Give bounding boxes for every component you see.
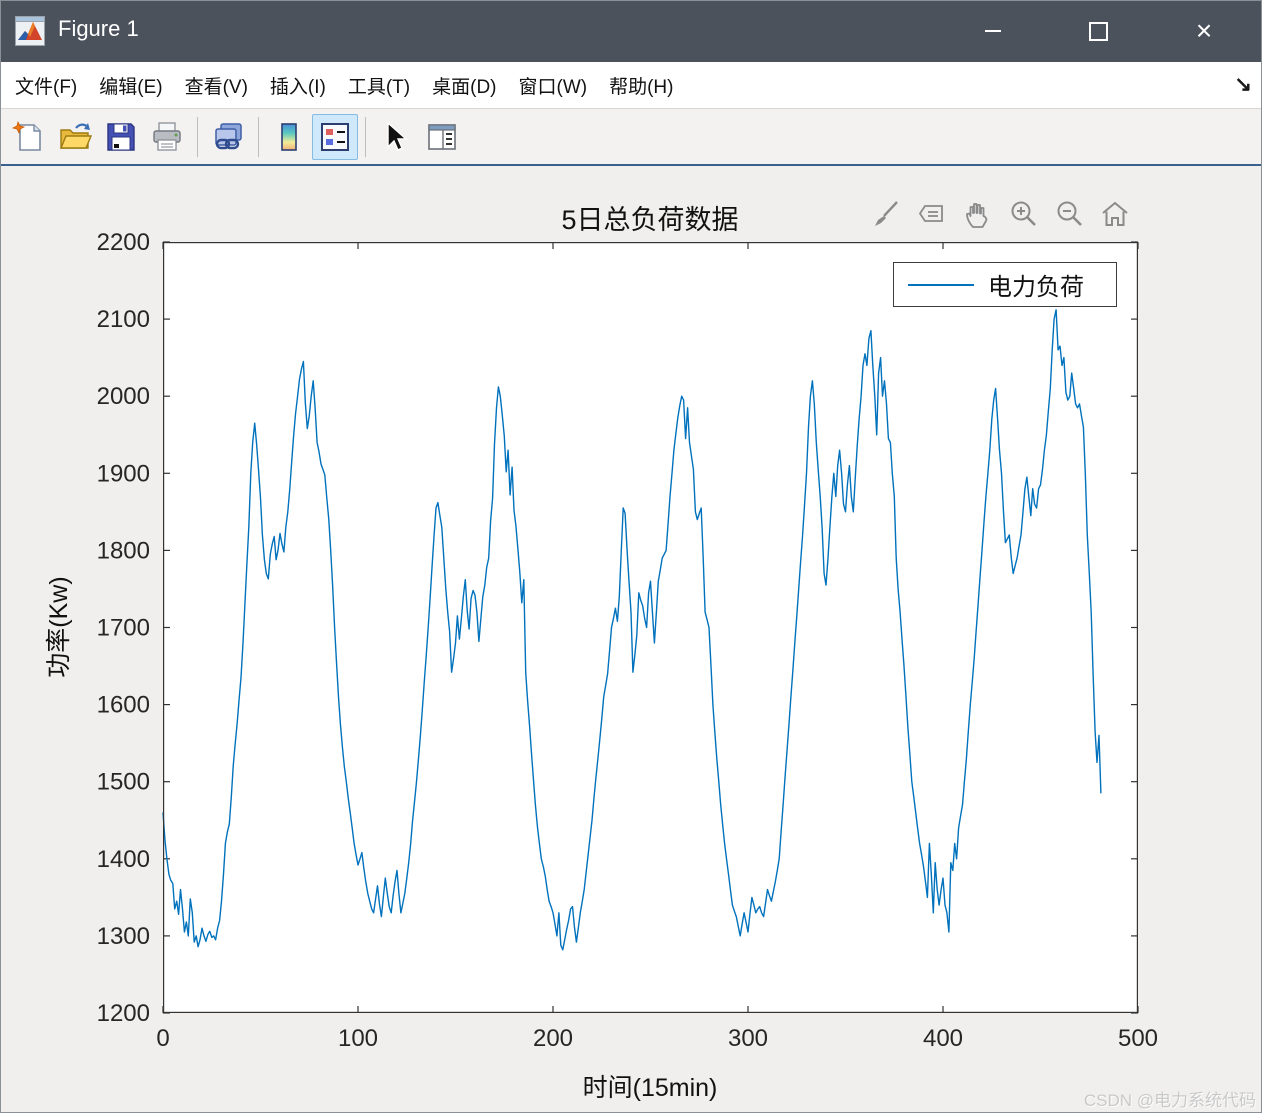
property-inspector-button[interactable] [419, 114, 465, 160]
zoom-out-button[interactable] [1052, 196, 1086, 232]
property-inspector-icon [428, 124, 456, 150]
print-figure-button[interactable] [144, 114, 190, 160]
figure-toolbar [0, 110, 1262, 166]
dock-figure-icon[interactable]: ↘ [1234, 72, 1252, 97]
y-axis-label: 功率(Kw) [45, 576, 73, 678]
title-bar: Figure 1 × [0, 0, 1262, 62]
toolbar-separator [258, 117, 259, 157]
svg-text:1900: 1900 [97, 460, 150, 487]
menu-bar: 文件(F) 编辑(E) 查看(V) 插入(I) 工具(T) 桌面(D) 窗口(W) 帮助(H) [0, 62, 1262, 109]
datatip-icon [918, 205, 943, 222]
legend-icon [321, 123, 349, 151]
menu-item[interactable]: 插入(I) [259, 72, 337, 99]
zoom-out-icon [1057, 201, 1082, 226]
svg-text:1600: 1600 [97, 692, 150, 719]
close-button[interactable]: × [1173, 0, 1235, 62]
legend-line-sample [908, 283, 974, 286]
chart-title: 5日总负荷数据 [561, 205, 739, 235]
link-icon [215, 123, 242, 150]
print-icon [153, 122, 181, 151]
edit-arrow-icon [387, 121, 408, 151]
toolbar-separator [365, 117, 366, 157]
svg-text:2100: 2100 [97, 306, 150, 333]
open-folder-icon [59, 123, 92, 149]
minimize-icon [985, 30, 1001, 32]
svg-text:400: 400 [923, 1025, 963, 1052]
svg-text:1800: 1800 [97, 537, 150, 564]
menu-item[interactable]: 桌面(D) [421, 72, 507, 99]
zoom-in-button[interactable] [1006, 196, 1040, 232]
plot-svg: 0 100 200 300 400 500 1200 1300 1400 1500 1600 1700… [97, 229, 1158, 1052]
pan-hand-icon [966, 203, 988, 228]
home-icon [1102, 201, 1128, 226]
restore-view-button[interactable] [1098, 196, 1132, 232]
open-file-button[interactable] [52, 114, 98, 160]
new-figure-button[interactable] [6, 114, 52, 160]
legend-box[interactable]: 电力负荷 [893, 262, 1117, 307]
axes-toolbar [868, 196, 1132, 232]
svg-text:1200: 1200 [97, 1000, 150, 1027]
menu-item[interactable]: 工具(T) [337, 72, 421, 99]
save-figure-button[interactable] [98, 114, 144, 160]
legend-entry: 电力负荷 [988, 274, 1084, 301]
window-title: Figure 1 [58, 16, 139, 41]
brush-icon [875, 201, 898, 226]
menu-bar-items: 文件(F) 编辑(E) 查看(V) 插入(I) 工具(T) 桌面(D) 窗口(W) 帮助(H) [4, 72, 685, 99]
svg-text:200: 200 [533, 1025, 573, 1052]
menu-item[interactable]: 编辑(E) [88, 72, 173, 99]
save-icon [107, 123, 135, 151]
svg-text:2000: 2000 [97, 383, 150, 410]
watermark: CSDN @电力系统代码 [1083, 1091, 1256, 1110]
pan-button[interactable] [960, 196, 994, 232]
svg-text:100: 100 [338, 1025, 378, 1052]
zoom-in-icon [1011, 201, 1036, 226]
insert-colorbar-button[interactable] [266, 114, 312, 160]
plot-area[interactable]: 0 100 200 300 400 500 1200 1300 1400 1500 1600 1700… [97, 229, 1158, 1052]
menu-item[interactable]: 文件(F) [4, 72, 88, 99]
minimize-button[interactable] [962, 0, 1024, 62]
svg-text:1300: 1300 [97, 923, 150, 950]
link-plot-button[interactable] [205, 114, 251, 160]
toolbar-separator [197, 117, 198, 157]
colorbar-icon [281, 123, 297, 151]
datatips-button[interactable] [914, 196, 948, 232]
maximize-icon [1088, 21, 1108, 41]
insert-legend-button[interactable] [312, 114, 358, 160]
svg-text:1700: 1700 [97, 615, 150, 642]
svg-text:0: 0 [156, 1025, 169, 1052]
matlab-logo-icon [15, 16, 45, 46]
close-icon: × [1195, 15, 1213, 46]
new-document-icon [12, 120, 41, 151]
svg-text:1500: 1500 [97, 769, 150, 796]
brush-button[interactable] [868, 196, 902, 232]
menu-item[interactable]: 查看(V) [174, 72, 259, 99]
maximize-button[interactable] [1067, 0, 1129, 62]
svg-text:500: 500 [1118, 1025, 1158, 1052]
menu-item[interactable]: 帮助(H) [598, 72, 684, 99]
x-axis-label: 时间(15min) [582, 1074, 718, 1102]
svg-text:300: 300 [728, 1025, 768, 1052]
edit-plot-button[interactable] [373, 114, 419, 160]
svg-text:2200: 2200 [97, 229, 150, 256]
svg-text:1400: 1400 [97, 846, 150, 873]
menu-item[interactable]: 窗口(W) [508, 72, 599, 99]
